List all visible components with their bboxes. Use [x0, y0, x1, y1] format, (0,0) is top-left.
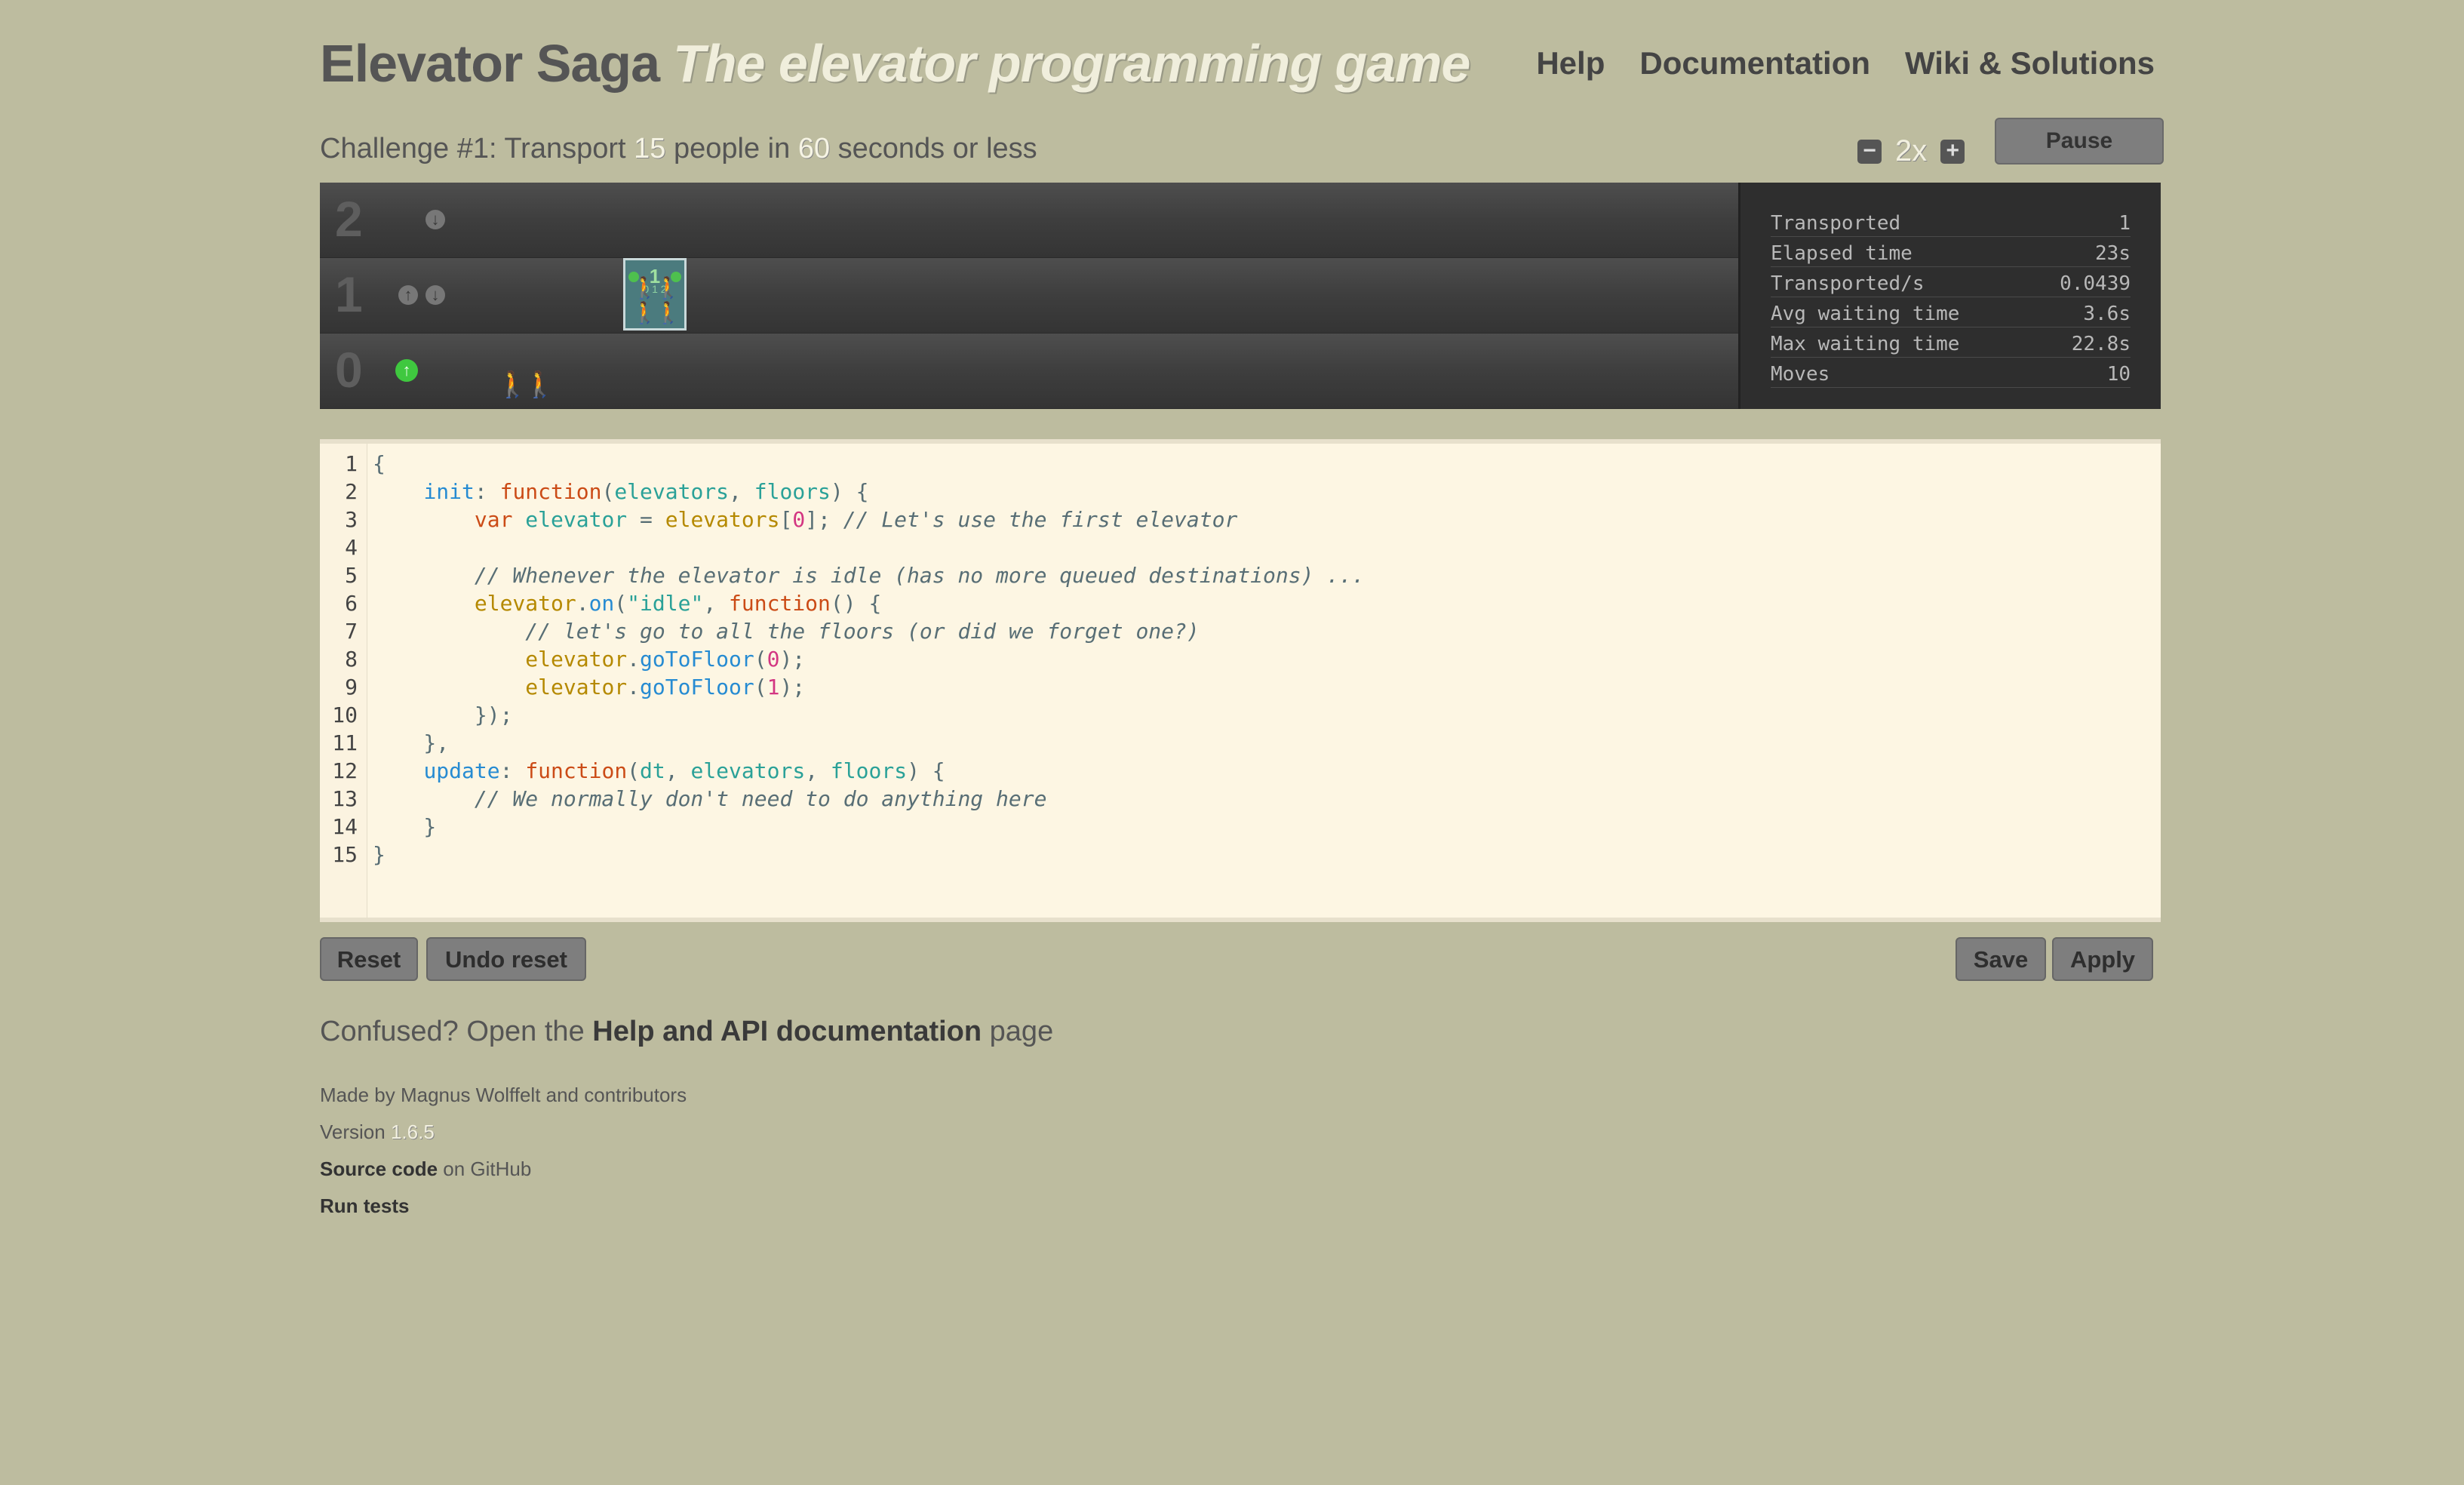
line-number: 1	[345, 451, 358, 476]
stat-label: Max waiting time	[1771, 333, 1960, 355]
stats-panel: Transported 1 Elapsed time 23s Transported…	[1738, 183, 2161, 409]
apply-button[interactable]: Apply	[2052, 937, 2153, 981]
code-content[interactable]: 1{ 2 init: function(elevators, floors) {…	[320, 450, 2161, 869]
help-prompt: Confused? Open the Help and API document…	[320, 1016, 1053, 1048]
stat-label: Moves	[1771, 363, 1830, 386]
stat-max-waiting-time: Max waiting time 22.8s	[1771, 327, 2131, 358]
stat-value: 10	[2106, 363, 2131, 386]
line-number: 6	[345, 591, 358, 616]
version-label: Version	[320, 1121, 391, 1143]
stat-avg-waiting-time: Avg waiting time 3.6s	[1771, 297, 2131, 327]
line-number: 2	[345, 479, 358, 504]
speed-decrease-button[interactable]: −	[1857, 139, 1882, 164]
stat-elapsed-time: Elapsed time 23s	[1771, 237, 2131, 267]
challenge-prefix: Challenge #1: Transport	[320, 133, 634, 164]
save-button[interactable]: Save	[1956, 937, 2046, 981]
elevator-passengers-icon: 🚶🚶🚶🚶	[631, 276, 681, 324]
line-number: 4	[345, 535, 358, 560]
source-suffix: on GitHub	[438, 1158, 532, 1180]
source-code-link[interactable]: Source code	[320, 1158, 438, 1180]
header: Elevator Saga The elevator programming ga…	[320, 30, 2161, 106]
speed-increase-button[interactable]: +	[1940, 139, 1965, 164]
nav-documentation-link[interactable]: Documentation	[1639, 45, 1870, 81]
line-number: 9	[345, 675, 358, 699]
nav-wiki-link[interactable]: Wiki & Solutions	[1905, 45, 2155, 81]
floor-1: 1 ↑ ↓	[320, 258, 1738, 334]
speed-value: 2x	[1895, 134, 1928, 168]
speed-control: − 2x +	[1857, 134, 1965, 168]
floor-number: 1	[335, 266, 363, 322]
call-down-button[interactable]: ↓	[426, 285, 445, 305]
help-prompt-prefix: Confused? Open the	[320, 1016, 593, 1047]
line-number: 3	[345, 507, 358, 532]
stat-label: Transported/s	[1771, 272, 1925, 295]
version-line: Version 1.6.5	[320, 1121, 687, 1158]
code-editor[interactable]: 1{ 2 init: function(elevators, floors) {…	[320, 439, 2161, 922]
stat-value: 3.6s	[2083, 303, 2131, 325]
run-tests-link[interactable]: Run tests	[320, 1194, 409, 1217]
elevator-car: 1 0 1 2 🚶🚶🚶🚶	[623, 258, 687, 331]
undo-reset-button[interactable]: Undo reset	[426, 937, 586, 981]
stat-transported: Transported 1	[1771, 207, 2131, 237]
stat-value: 1	[2118, 212, 2131, 235]
call-up-button-lit[interactable]: ↑	[395, 359, 418, 382]
challenge-people: 15	[634, 133, 666, 164]
stat-value: 0.0439	[2060, 272, 2131, 295]
floor-number: 2	[335, 191, 363, 247]
stat-value: 23s	[2095, 242, 2131, 265]
footer: Made by Magnus Wolffelt and contributors…	[320, 1084, 687, 1231]
credits: Made by Magnus Wolffelt and contributors	[320, 1084, 687, 1106]
stat-transported-per-second: Transported/s 0.0439	[1771, 267, 2131, 297]
line-number: 14	[332, 814, 358, 839]
floor-number: 0	[335, 342, 363, 398]
reset-button[interactable]: Reset	[320, 937, 418, 981]
line-number: 13	[332, 786, 358, 811]
pause-button[interactable]: Pause	[1995, 118, 2164, 164]
floor-2: 2 ↓	[320, 183, 1738, 258]
challenge-seconds: 60	[797, 133, 831, 164]
challenge-middle: people in	[665, 133, 798, 164]
stat-label: Transported	[1771, 212, 1901, 235]
version-number: 1.6.5	[390, 1121, 435, 1143]
challenge-description: Challenge #1: Transport 15 people in 60 …	[320, 133, 1037, 165]
stat-label: Avg waiting time	[1771, 303, 1960, 325]
waiting-passengers-icon: 🚶🚶	[496, 370, 556, 399]
subtitle: The elevator programming game	[673, 34, 1470, 93]
line-number: 15	[332, 842, 358, 867]
stat-moves: Moves 10	[1771, 358, 2131, 388]
stat-label: Elapsed time	[1771, 242, 1913, 265]
app-title: Elevator Saga The elevator programming ga…	[320, 33, 1470, 94]
help-prompt-suffix: page	[982, 1016, 1054, 1047]
title-text: Elevator Saga	[320, 34, 660, 93]
nav-help-link[interactable]: Help	[1536, 45, 1605, 81]
source-line: Source code on GitHub	[320, 1158, 687, 1194]
line-number: 12	[332, 758, 358, 783]
line-number: 7	[345, 619, 358, 644]
floor-0: 0 ↑ 🚶🚶	[320, 334, 1738, 409]
elevator-world: 2 ↓ 1 ↑ ↓ 0 ↑ 🚶🚶 1 0 1 2 🚶🚶🚶🚶	[320, 183, 1738, 409]
line-number: 5	[345, 563, 358, 588]
line-number: 10	[332, 703, 358, 727]
line-number: 11	[332, 730, 358, 755]
challenge-suffix: seconds or less	[830, 133, 1037, 164]
help-docs-link[interactable]: Help and API documentation	[592, 1016, 982, 1047]
top-nav: Help Documentation Wiki & Solutions	[1536, 45, 2155, 81]
run-tests-line: Run tests	[320, 1194, 687, 1231]
stat-value: 22.8s	[2071, 333, 2131, 355]
call-down-button[interactable]: ↓	[426, 210, 445, 229]
line-number: 8	[345, 647, 358, 672]
call-up-button[interactable]: ↑	[398, 285, 418, 305]
